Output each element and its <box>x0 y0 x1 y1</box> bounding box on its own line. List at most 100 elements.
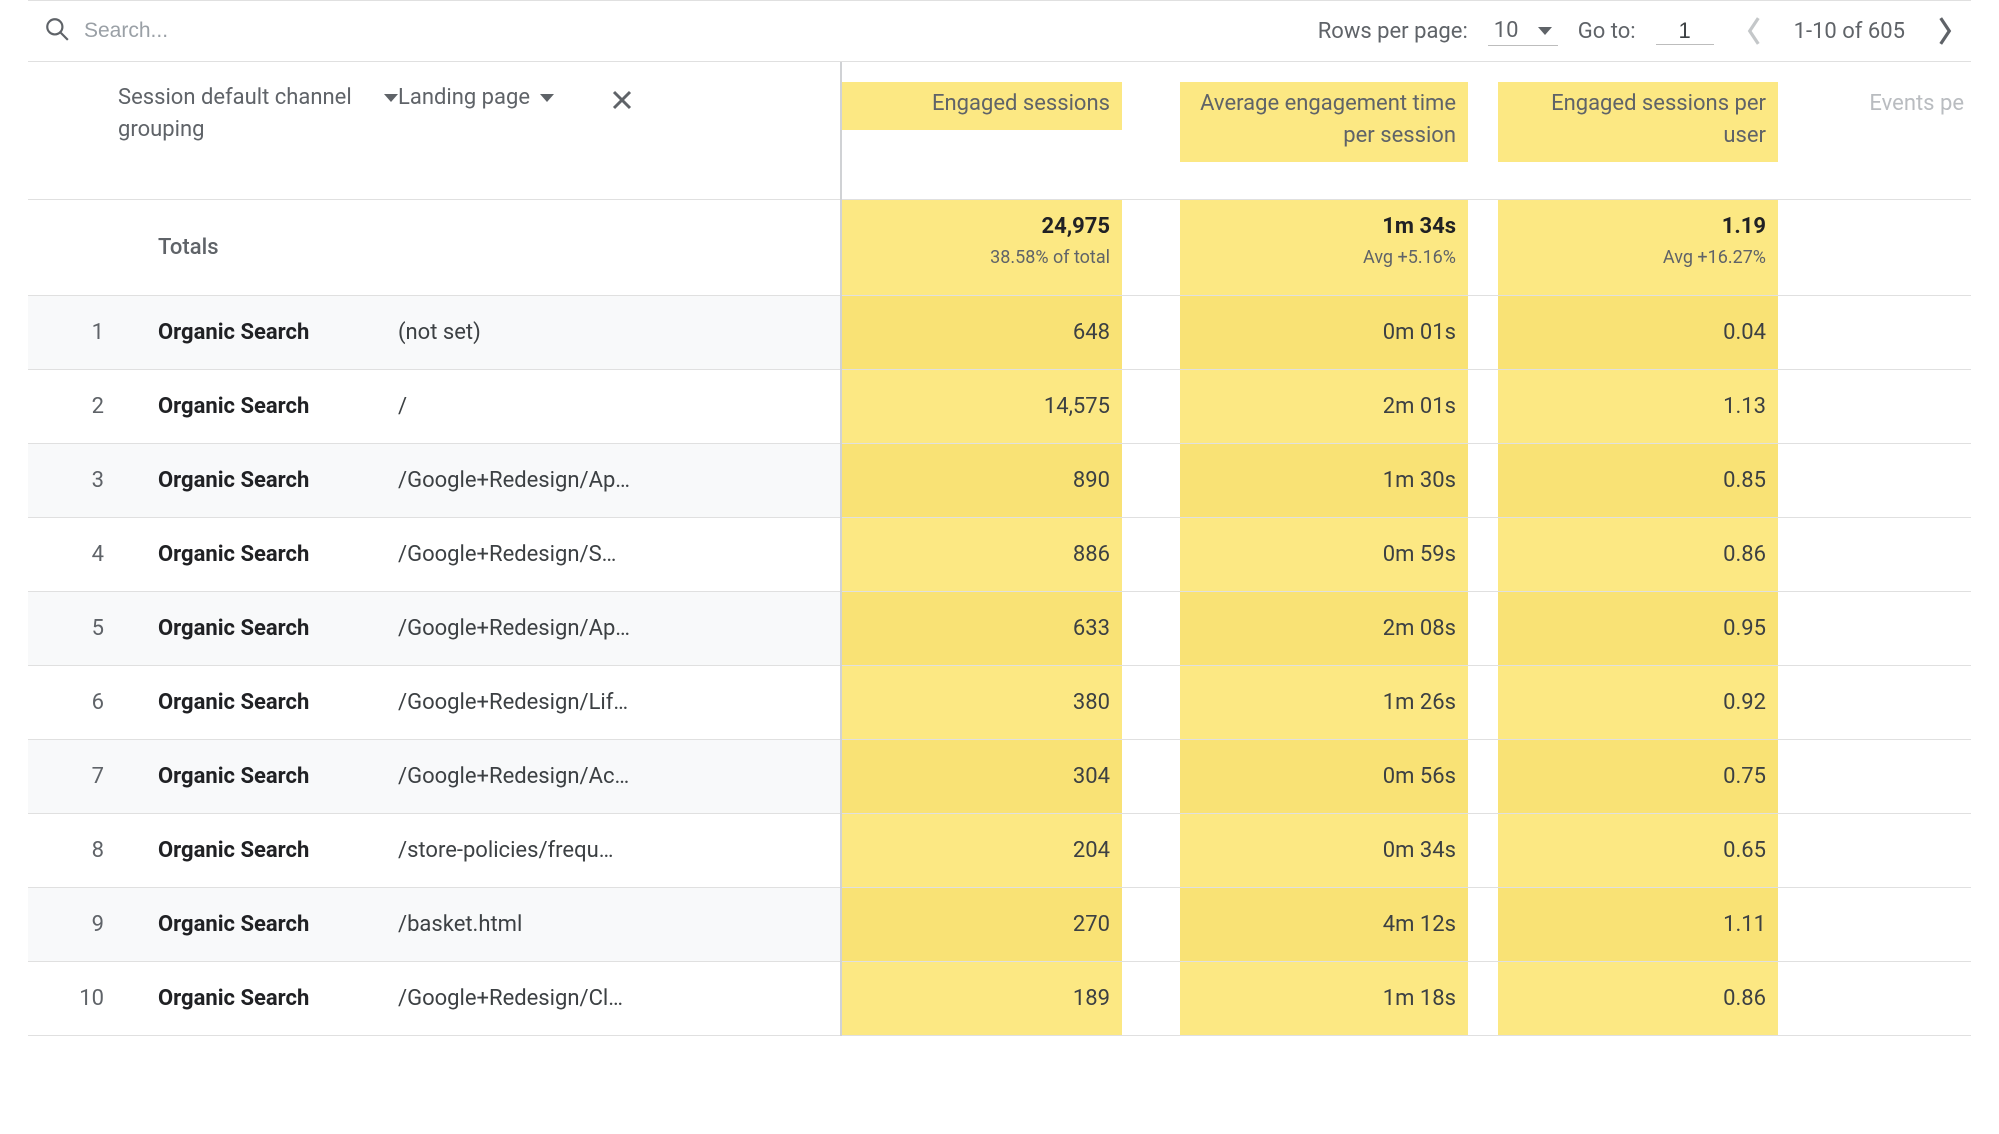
cell-avg-engagement-time: 0m 01s <box>1180 296 1468 369</box>
search-field[interactable] <box>44 16 604 47</box>
cell-engaged-sessions: 270 <box>842 888 1122 961</box>
cell-engaged-sessions-per-user: 0.86 <box>1498 962 1778 1035</box>
rows-per-page-select[interactable]: 10 <box>1488 16 1558 46</box>
cell-engaged-sessions-per-user: 0.85 <box>1498 444 1778 517</box>
cell-channel: Organic Search <box>118 370 398 443</box>
column-header-events[interactable]: Events pe <box>1824 82 1964 130</box>
row-index: 2 <box>28 370 118 443</box>
rows-per-page-label: Rows per page: <box>1318 19 1468 44</box>
cell-landing-page: /store-policies/frequ… <box>398 814 842 887</box>
cell-engaged-sessions: 886 <box>842 518 1122 591</box>
table-row[interactable]: 8Organic Search/store-policies/frequ…204… <box>28 814 1971 888</box>
cell-channel: Organic Search <box>118 518 398 591</box>
primary-dimension-label: Session default channel grouping <box>118 82 374 146</box>
table-row[interactable]: 9Organic Search/basket.html2704m 12s1.11 <box>28 888 1971 962</box>
remove-secondary-dimension-button[interactable] <box>604 82 640 118</box>
table-header: Session default channel grouping Landing… <box>28 62 1971 200</box>
cell-channel: Organic Search <box>118 814 398 887</box>
frozen-column-divider <box>840 62 842 1036</box>
cell-landing-page: /Google+Redesign/S… <box>398 518 842 591</box>
cell-engaged-sessions-per-user: 0.95 <box>1498 592 1778 665</box>
table-row[interactable]: 5Organic Search/Google+Redesign/Ap…6332m… <box>28 592 1971 666</box>
secondary-dimension-select[interactable]: Landing page <box>398 82 554 114</box>
cell-channel: Organic Search <box>118 592 398 665</box>
cell-landing-page: /basket.html <box>398 888 842 961</box>
table-row[interactable]: 3Organic Search/Google+Redesign/Ap…890 1m… <box>28 444 1971 518</box>
prev-page-button[interactable] <box>1734 11 1774 51</box>
column-header-engaged-sessions[interactable]: Engaged sessions <box>842 82 1122 130</box>
row-index: 9 <box>28 888 118 961</box>
page-range: 1-10 of 605 <box>1794 19 1905 44</box>
cell-landing-page: /Google+Redesign/Ac… <box>398 740 842 813</box>
cell-avg-engagement-time: 2m 01s <box>1180 370 1468 443</box>
table-row[interactable]: 6Organic Search/Google+Redesign/Lif…380 1… <box>28 666 1971 740</box>
cell-landing-page: /Google+Redesign/Lif… <box>398 666 842 739</box>
cell-landing-page: /Google+Redesign/Ap… <box>398 592 842 665</box>
secondary-dimension-label: Landing page <box>398 82 530 114</box>
cell-avg-engagement-time: 0m 59s <box>1180 518 1468 591</box>
cell-avg-engagement-time: 1m 18s <box>1180 962 1468 1035</box>
cell-engaged-sessions-per-user: 0.65 <box>1498 814 1778 887</box>
table-body: 1Organic Search(not set)6480m 01s0.042Or… <box>28 296 1971 1036</box>
cell-engaged-sessions: 890 <box>842 444 1122 517</box>
cell-engaged-sessions-per-user: 0.86 <box>1498 518 1778 591</box>
goto-label: Go to: <box>1578 19 1636 44</box>
cell-engaged-sessions-per-user: 0.75 <box>1498 740 1778 813</box>
primary-dimension-select[interactable]: Session default channel grouping <box>118 82 398 146</box>
cell-landing-page: /Google+Redesign/Cl… <box>398 962 842 1035</box>
dropdown-icon <box>1538 27 1552 35</box>
cell-avg-engagement-time: 0m 34s <box>1180 814 1468 887</box>
goto-input[interactable] <box>1656 18 1714 45</box>
cell-channel: Organic Search <box>118 962 398 1035</box>
totals-row: Totals 24,975 38.58% of total 1m 34s Avg… <box>28 200 1971 296</box>
cell-channel: Organic Search <box>118 740 398 813</box>
totals-engaged-sessions-per-user: 1.19 Avg +16.27% <box>1498 200 1778 295</box>
search-input[interactable] <box>84 19 484 43</box>
cell-engaged-sessions: 648 <box>842 296 1122 369</box>
cell-channel: Organic Search <box>118 666 398 739</box>
dropdown-icon <box>384 94 398 102</box>
cell-engaged-sessions: 204 <box>842 814 1122 887</box>
row-index: 6 <box>28 666 118 739</box>
cell-channel: Organic Search <box>118 888 398 961</box>
row-index: 7 <box>28 740 118 813</box>
pagination: Rows per page: 10 Go to: 1-10 of 605 <box>1318 11 1965 51</box>
cell-engaged-sessions: 380 <box>842 666 1122 739</box>
table-row[interactable]: 2Organic Search/14,575 2m 01s 1.13 <box>28 370 1971 444</box>
dropdown-icon <box>540 94 554 102</box>
row-index: 1 <box>28 296 118 369</box>
column-header-avg-engagement-time[interactable]: Average engagement time per session <box>1180 82 1468 162</box>
cell-avg-engagement-time: 0m 56s <box>1180 740 1468 813</box>
table-row[interactable]: 7Organic Search/Google+Redesign/Ac…3040m… <box>28 740 1971 814</box>
cell-avg-engagement-time: 2m 08s <box>1180 592 1468 665</box>
next-page-button[interactable] <box>1925 11 1965 51</box>
cell-avg-engagement-time: 1m 30s <box>1180 444 1468 517</box>
search-icon <box>44 16 70 47</box>
table-row[interactable]: 4Organic Search/Google+Redesign/S…886 0m … <box>28 518 1971 592</box>
cell-engaged-sessions-per-user: 1.13 <box>1498 370 1778 443</box>
cell-engaged-sessions-per-user: 0.92 <box>1498 666 1778 739</box>
row-index: 10 <box>28 962 118 1035</box>
row-index: 3 <box>28 444 118 517</box>
table-row[interactable]: 10Organic Search/Google+Redesign/Cl…189 1… <box>28 962 1971 1036</box>
totals-engaged-sessions: 24,975 38.58% of total <box>842 200 1122 295</box>
table: Session default channel grouping Landing… <box>28 62 1971 1036</box>
row-index: 4 <box>28 518 118 591</box>
cell-engaged-sessions: 14,575 <box>842 370 1122 443</box>
cell-channel: Organic Search <box>118 444 398 517</box>
column-header-engaged-sessions-per-user[interactable]: Engaged sessions per user <box>1498 82 1778 162</box>
table-row[interactable]: 1Organic Search(not set)648 0m 01s 0.04 <box>28 296 1971 370</box>
cell-landing-page: / <box>398 370 842 443</box>
cell-avg-engagement-time: 1m 26s <box>1180 666 1468 739</box>
row-index: 5 <box>28 592 118 665</box>
cell-engaged-sessions: 189 <box>842 962 1122 1035</box>
totals-avg-engagement-time: 1m 34s Avg +5.16% <box>1180 200 1468 295</box>
row-index: 8 <box>28 814 118 887</box>
cell-channel: Organic Search <box>118 296 398 369</box>
rows-per-page-value: 10 <box>1494 18 1519 43</box>
cell-landing-page: /Google+Redesign/Ap… <box>398 444 842 517</box>
cell-landing-page: (not set) <box>398 296 842 369</box>
totals-label: Totals <box>118 200 398 295</box>
cell-engaged-sessions-per-user: 0.04 <box>1498 296 1778 369</box>
toolbar: Rows per page: 10 Go to: 1-10 of 605 <box>28 0 1971 62</box>
